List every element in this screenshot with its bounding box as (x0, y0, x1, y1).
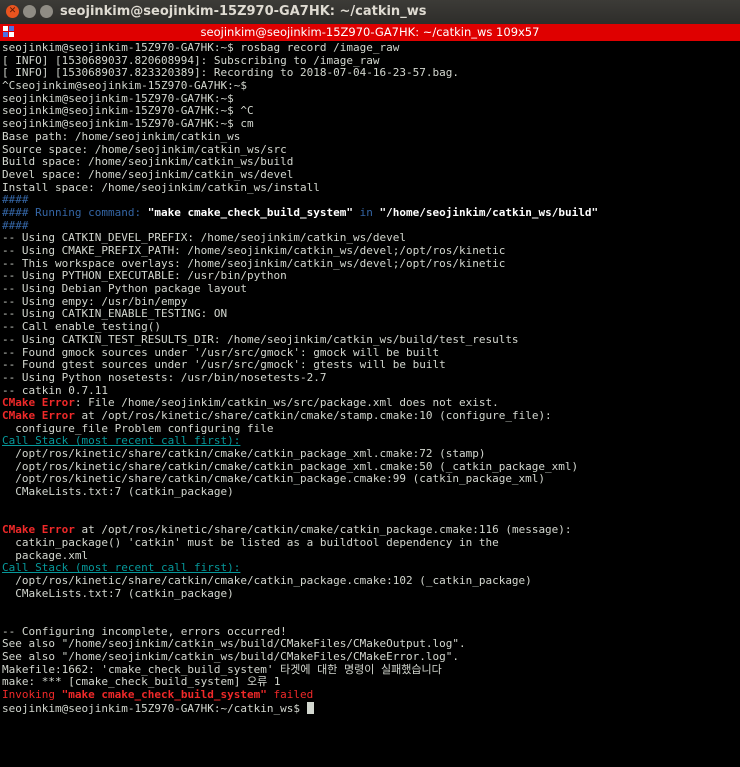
shell-prompt: seojinkim@seojinkim-15Z970-GA7HK:~/catki… (2, 701, 307, 715)
terminal-line: -- Found gtest sources under '/usr/src/g… (2, 358, 446, 372)
error-message: at /opt/ros/kinetic/share/catkin/cmake/c… (74, 523, 572, 537)
terminal-line: CMake Error at /opt/ros/kinetic/share/ca… (2, 523, 738, 537)
invoking-label: Invoking (2, 688, 62, 702)
terminal-output[interactable]: seojinkim@seojinkim-15Z970-GA7HK:~$ rosb… (2, 42, 738, 762)
terminal-line: -- Using CATKIN_TEST_RESULTS_DIR: /home/… (2, 332, 519, 346)
terminal-line: -- Using CMAKE_PREFIX_PATH: /home/seojin… (2, 244, 506, 257)
terminal-line: /opt/ros/kinetic/share/catkin/cmake/catk… (2, 573, 532, 587)
terminal-line: CMakeLists.txt:7 (catkin_package) (2, 586, 234, 600)
terminal-line: seojinkim@seojinkim-15Z970-GA7HK:~$ rosb… (2, 42, 400, 54)
terminal-line: CMakeLists.txt:7 (catkin_package) (2, 485, 234, 499)
terminal-line: See also "/home/seojinkim/catkin_ws/buil… (2, 650, 459, 663)
running-command-label: #### Running command: (2, 205, 148, 219)
terminal-line: ^Cseojinkim@seojinkim-15Z970-GA7HK:~$ (2, 79, 248, 93)
running-in-label: in (353, 205, 380, 219)
error-message: : File /home/seojinkim/catkin_ws/src/pac… (74, 396, 499, 410)
failed-label: failed (266, 688, 314, 702)
terminal-line: /opt/ros/kinetic/share/catkin/cmake/catk… (2, 447, 486, 460)
terminal-tab-title[interactable]: seojinkim@seojinkim-15Z970-GA7HK: ~/catk… (0, 25, 740, 39)
failed-command: "make cmake_check_build_system" (61, 688, 267, 702)
terminal-line: seojinkim@seojinkim-15Z970-GA7HK:~$ cm (2, 117, 254, 131)
terminal-tab-bar: seojinkim@seojinkim-15Z970-GA7HK: ~/catk… (0, 24, 740, 41)
error-message: at /opt/ros/kinetic/share/catkin/cmake/s… (74, 408, 552, 422)
minimize-window-button[interactable] (23, 5, 36, 18)
running-directory: "/home/seojinkim/catkin_ws/build" (379, 205, 599, 219)
text-cursor (306, 701, 314, 714)
terminal-line: Base path: /home/seojinkim/catkin_ws (2, 129, 241, 143)
terminal-line: Invoking "make cmake_check_build_system"… (2, 688, 738, 702)
window-title: seojinkim@seojinkim-15Z970-GA7HK: ~/catk… (60, 4, 427, 19)
call-stack-header: Call Stack (most recent call first): (2, 561, 241, 575)
close-window-button[interactable]: ✕ (6, 5, 19, 18)
cmake-error-label: CMake Error (2, 523, 75, 537)
terminal-line: Install space: /home/seojinkim/catkin_ws… (2, 180, 320, 194)
terminal-line: #### Running command: "make cmake_check_… (2, 205, 738, 220)
cmake-error-label: CMake Error (2, 396, 75, 410)
terminal-line: Devel space: /home/seojinkim/catkin_ws/d… (2, 167, 294, 181)
terminal-line: catkin_package() 'catkin' must be listed… (2, 535, 499, 549)
window-titlebar: ✕ seojinkim@seojinkim-15Z970-GA7HK: ~/ca… (0, 0, 740, 24)
running-command: "make cmake_check_build_system" (147, 205, 354, 219)
terminal-line: -- Call enable_testing() (2, 320, 161, 334)
terminal-line: -- Using Python nosetests: /usr/bin/nose… (2, 370, 327, 384)
terminal-line: CMake Error at /opt/ros/kinetic/share/ca… (2, 408, 738, 423)
maximize-window-button[interactable] (40, 5, 53, 18)
prompt-line[interactable]: seojinkim@seojinkim-15Z970-GA7HK:~/catki… (2, 701, 738, 715)
cmake-error-label: CMake Error (2, 408, 75, 422)
terminal-line: Build space: /home/seojinkim/catkin_ws/b… (2, 155, 294, 169)
terminal-line: -- Using Debian Python package layout (2, 282, 248, 296)
